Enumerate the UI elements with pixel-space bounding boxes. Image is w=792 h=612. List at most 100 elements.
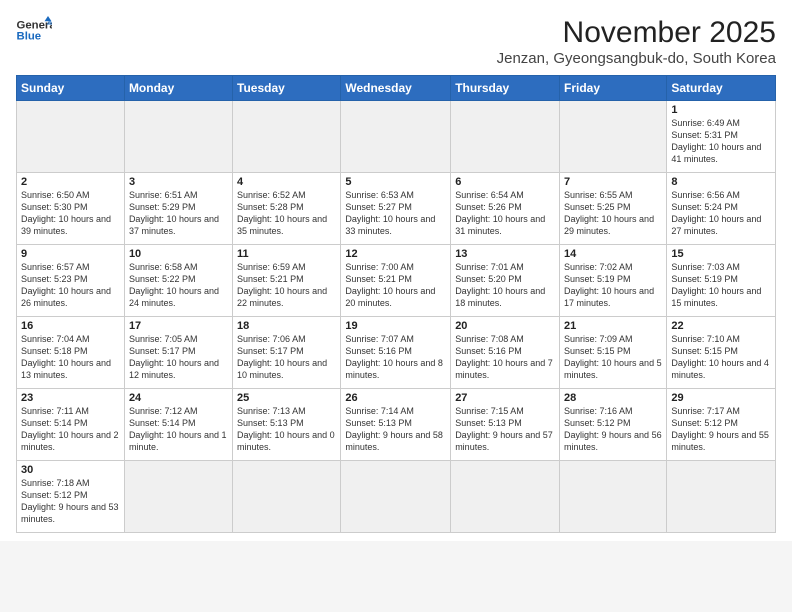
day-number: 13: [455, 248, 555, 260]
day-number: 9: [21, 248, 120, 260]
day-cell-18: 18Sunrise: 7:06 AMSunset: 5:17 PMDayligh…: [233, 317, 341, 389]
day-cell-19: 19 Sunrise: 7:07 AMSunset: 5:16 PMDayligh…: [341, 317, 451, 389]
calendar-table: Sunday Monday Tuesday Wednesday Thursday…: [16, 75, 776, 533]
day-number: 4: [237, 176, 336, 188]
week-row-2: 2Sunrise: 6:50 AMSunset: 5:30 PMDaylight…: [17, 173, 776, 245]
day-cell-17: 17Sunrise: 7:05 AMSunset: 5:17 PMDayligh…: [124, 317, 232, 389]
day-cell-29: 29Sunrise: 7:17 AMSunset: 5:12 PMDayligh…: [667, 389, 776, 461]
day-number: 6: [455, 176, 555, 188]
day-number: 2: [21, 176, 120, 188]
empty-cell: [233, 101, 341, 173]
day-info: Sunrise: 6:59 AMSunset: 5:21 PMDaylight:…: [237, 262, 327, 308]
location: Jenzan, Gyeongsangbuk-do, South Korea: [497, 50, 776, 67]
week-row-3: 9 Sunrise: 6:57 AMSunset: 5:23 PMDaylight…: [17, 245, 776, 317]
day-number: 19: [345, 320, 446, 332]
day-info: Sunrise: 6:55 AMSunset: 5:25 PMDaylight:…: [564, 190, 654, 236]
day-info: Sunrise: 7:17 AMSunset: 5:12 PMDaylight:…: [671, 406, 769, 452]
day-number: 11: [237, 248, 336, 260]
day-cell-13: 13Sunrise: 7:01 AMSunset: 5:20 PMDayligh…: [451, 245, 560, 317]
weekday-header-row: Sunday Monday Tuesday Wednesday Thursday…: [17, 76, 776, 101]
empty-cell: [341, 461, 451, 533]
day-info: Sunrise: 7:18 AMSunset: 5:12 PMDaylight:…: [21, 478, 119, 524]
day-cell-28: 28Sunrise: 7:16 AMSunset: 5:12 PMDayligh…: [560, 389, 667, 461]
day-cell-24: 24Sunrise: 7:12 AMSunset: 5:14 PMDayligh…: [124, 389, 232, 461]
day-number: 23: [21, 392, 120, 404]
header-friday: Friday: [560, 76, 667, 101]
day-info: Sunrise: 7:06 AMSunset: 5:17 PMDaylight:…: [237, 334, 327, 380]
title-block: November 2025 Jenzan, Gyeongsangbuk-do, …: [497, 16, 776, 67]
day-number: 10: [129, 248, 228, 260]
day-number: 1: [671, 104, 771, 116]
day-number: 15: [671, 248, 771, 260]
month-title: November 2025: [497, 16, 776, 50]
day-info: Sunrise: 7:13 AMSunset: 5:13 PMDaylight:…: [237, 406, 335, 452]
header-wednesday: Wednesday: [341, 76, 451, 101]
day-number: 27: [455, 392, 555, 404]
day-info: Sunrise: 6:53 AMSunset: 5:27 PMDaylight:…: [345, 190, 435, 236]
day-cell-22: 22Sunrise: 7:10 AMSunset: 5:15 PMDayligh…: [667, 317, 776, 389]
day-cell-2: 2Sunrise: 6:50 AMSunset: 5:30 PMDaylight…: [17, 173, 125, 245]
day-info: Sunrise: 6:58 AMSunset: 5:22 PMDaylight:…: [129, 262, 219, 308]
day-cell-27: 27 Sunrise: 7:15 AMSunset: 5:13 PMDayligh…: [451, 389, 560, 461]
header-tuesday: Tuesday: [233, 76, 341, 101]
header-monday: Monday: [124, 76, 232, 101]
day-info: Sunrise: 7:02 AMSunset: 5:19 PMDaylight:…: [564, 262, 654, 308]
empty-cell: [560, 101, 667, 173]
week-row-6: 30Sunrise: 7:18 AMSunset: 5:12 PMDayligh…: [17, 461, 776, 533]
day-info: Sunrise: 6:49 AMSunset: 5:31 PMDaylight:…: [671, 118, 761, 164]
empty-cell: [560, 461, 667, 533]
day-cell-12: 12Sunrise: 7:00 AMSunset: 5:21 PMDayligh…: [341, 245, 451, 317]
day-info: Sunrise: 7:00 AMSunset: 5:21 PMDaylight:…: [345, 262, 435, 308]
day-info: Sunrise: 6:54 AMSunset: 5:26 PMDaylight:…: [455, 190, 545, 236]
day-number: 7: [564, 176, 662, 188]
empty-cell: [667, 461, 776, 533]
day-info: Sunrise: 6:52 AMSunset: 5:28 PMDaylight:…: [237, 190, 327, 236]
svg-text:Blue: Blue: [17, 31, 42, 43]
day-info: Sunrise: 7:07 AMSunset: 5:16 PMDaylight:…: [345, 334, 443, 380]
day-number: 28: [564, 392, 662, 404]
day-cell-4: 4 Sunrise: 6:52 AMSunset: 5:28 PMDaylight…: [233, 173, 341, 245]
day-info: Sunrise: 7:09 AMSunset: 5:15 PMDaylight:…: [564, 334, 662, 380]
day-number: 3: [129, 176, 228, 188]
generalblue-logo-icon: General Blue: [16, 16, 52, 44]
empty-cell: [17, 101, 125, 173]
day-cell-21: 21 Sunrise: 7:09 AMSunset: 5:15 PMDayligh…: [560, 317, 667, 389]
day-info: Sunrise: 7:15 AMSunset: 5:13 PMDaylight:…: [455, 406, 553, 452]
day-number: 21: [564, 320, 662, 332]
day-cell-7: 7 Sunrise: 6:55 AMSunset: 5:25 PMDaylight…: [560, 173, 667, 245]
day-info: Sunrise: 7:03 AMSunset: 5:19 PMDaylight:…: [671, 262, 761, 308]
day-cell-16: 16 Sunrise: 7:04 AMSunset: 5:18 PMDayligh…: [17, 317, 125, 389]
day-number: 16: [21, 320, 120, 332]
day-number: 5: [345, 176, 446, 188]
empty-cell: [451, 101, 560, 173]
day-cell-23: 23 Sunrise: 7:11 AMSunset: 5:14 PMDayligh…: [17, 389, 125, 461]
header-saturday: Saturday: [667, 76, 776, 101]
day-number: 22: [671, 320, 771, 332]
day-info: Sunrise: 7:04 AMSunset: 5:18 PMDaylight:…: [21, 334, 111, 380]
day-number: 24: [129, 392, 228, 404]
empty-cell: [341, 101, 451, 173]
day-number: 26: [345, 392, 446, 404]
day-number: 25: [237, 392, 336, 404]
empty-cell: [124, 101, 232, 173]
week-row-1: 1 Sunrise: 6:49 AMSunset: 5:31 PMDaylight…: [17, 101, 776, 173]
day-info: Sunrise: 7:05 AMSunset: 5:17 PMDaylight:…: [129, 334, 219, 380]
day-cell-3: 3Sunrise: 6:51 AMSunset: 5:29 PMDaylight…: [124, 173, 232, 245]
day-cell-15: 15 Sunrise: 7:03 AMSunset: 5:19 PMDayligh…: [667, 245, 776, 317]
day-cell-9: 9 Sunrise: 6:57 AMSunset: 5:23 PMDaylight…: [17, 245, 125, 317]
day-cell-26: 26 Sunrise: 7:14 AMSunset: 5:13 PMDayligh…: [341, 389, 451, 461]
day-number: 14: [564, 248, 662, 260]
day-cell-14: 14 Sunrise: 7:02 AMSunset: 5:19 PMDayligh…: [560, 245, 667, 317]
day-info: Sunrise: 6:57 AMSunset: 5:23 PMDaylight:…: [21, 262, 111, 308]
day-info: Sunrise: 7:11 AMSunset: 5:14 PMDaylight:…: [21, 406, 119, 452]
day-info: Sunrise: 7:14 AMSunset: 5:13 PMDaylight:…: [345, 406, 443, 452]
day-cell-11: 11 Sunrise: 6:59 AMSunset: 5:21 PMDayligh…: [233, 245, 341, 317]
day-cell-10: 10 Sunrise: 6:58 AMSunset: 5:22 PMDayligh…: [124, 245, 232, 317]
day-number: 20: [455, 320, 555, 332]
week-row-5: 23 Sunrise: 7:11 AMSunset: 5:14 PMDayligh…: [17, 389, 776, 461]
day-info: Sunrise: 7:08 AMSunset: 5:16 PMDaylight:…: [455, 334, 553, 380]
empty-cell: [233, 461, 341, 533]
day-cell-30: 30Sunrise: 7:18 AMSunset: 5:12 PMDayligh…: [17, 461, 125, 533]
header-thursday: Thursday: [451, 76, 560, 101]
day-cell-5: 5 Sunrise: 6:53 AMSunset: 5:27 PMDaylight…: [341, 173, 451, 245]
